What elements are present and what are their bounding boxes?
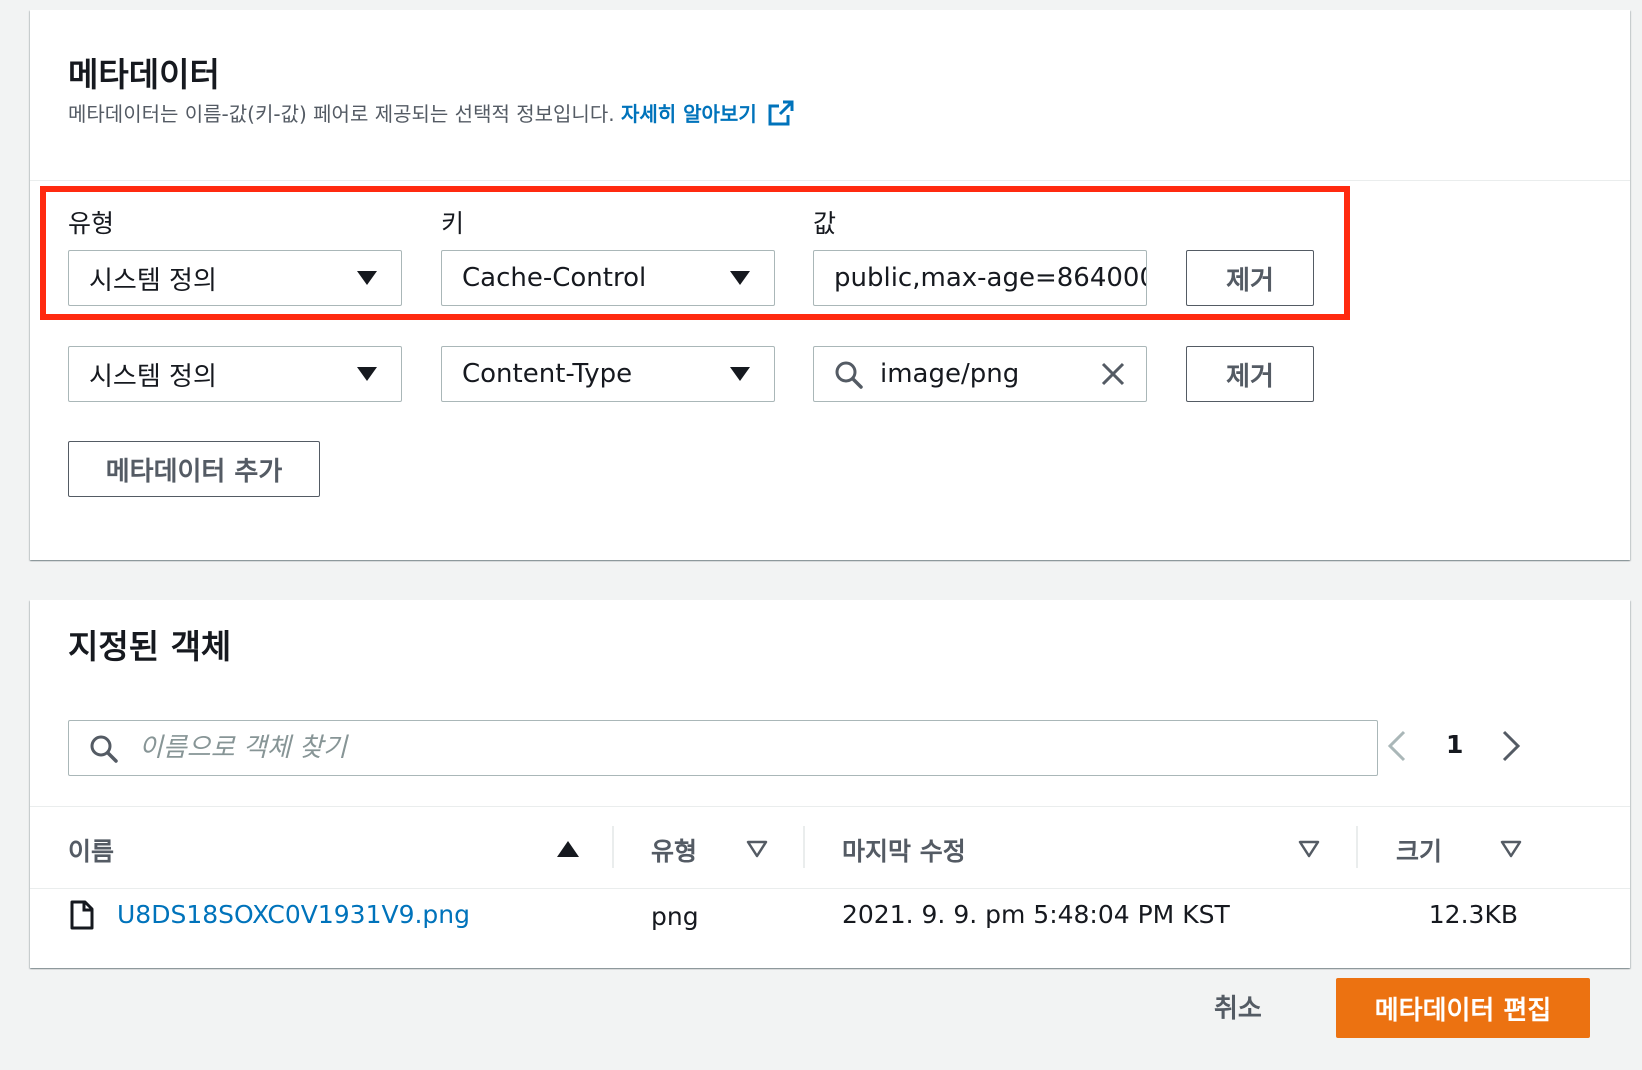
caret-down-icon bbox=[357, 367, 377, 381]
learn-more-link[interactable]: 자세히 알아보기 bbox=[620, 100, 795, 126]
search-icon bbox=[89, 734, 119, 771]
add-metadata-button[interactable]: 메타데이터 추가 bbox=[68, 441, 320, 497]
object-search[interactable] bbox=[68, 720, 1378, 776]
table-top-divider bbox=[30, 806, 1630, 807]
cancel-button[interactable]: 취소 bbox=[1214, 988, 1262, 1025]
value-input-text: public,max-age=864000 bbox=[834, 263, 1147, 293]
caret-down-icon bbox=[357, 271, 377, 285]
type-column-label: 유형 bbox=[68, 209, 115, 238]
caret-down-icon bbox=[730, 271, 750, 285]
file-icon bbox=[70, 900, 94, 934]
sort-icon[interactable] bbox=[1500, 840, 1522, 862]
key-column-label: 키 bbox=[441, 209, 465, 238]
type-select-value: 시스템 정의 bbox=[89, 265, 217, 296]
sort-icon[interactable] bbox=[1298, 840, 1320, 862]
type-select-row-1[interactable]: 시스템 정의 bbox=[68, 250, 402, 306]
value-input-text: image/png bbox=[880, 359, 1020, 389]
column-header-size[interactable]: 크기 bbox=[1396, 832, 1442, 868]
metadata-description-text: 메타데이터는 이름-값(키-값) 페어로 제공되는 선택적 정보입니다. bbox=[68, 102, 615, 126]
object-type: png bbox=[651, 902, 699, 931]
remove-button-row-2[interactable]: 제거 bbox=[1186, 346, 1314, 402]
column-header-modified[interactable]: 마지막 수정 bbox=[842, 832, 966, 868]
edit-metadata-button[interactable]: 메타데이터 편집 bbox=[1336, 978, 1590, 1038]
table-header-divider bbox=[30, 888, 1630, 889]
objects-title: 지정된 객체 bbox=[68, 627, 232, 666]
sort-ascending-icon[interactable] bbox=[556, 840, 580, 862]
key-select-row-1[interactable]: Cache-Control bbox=[441, 250, 775, 306]
column-header-type[interactable]: 유형 bbox=[651, 832, 697, 868]
column-header-name[interactable]: 이름 bbox=[68, 832, 114, 868]
metadata-divider bbox=[30, 180, 1630, 181]
remove-button-row-1[interactable]: 제거 bbox=[1186, 250, 1314, 306]
column-separator bbox=[612, 826, 614, 868]
value-input-row-1[interactable]: public,max-age=864000 bbox=[813, 250, 1147, 306]
next-page-icon[interactable] bbox=[1500, 728, 1522, 768]
object-modified: 2021. 9. 9. pm 5:48:04 PM KST bbox=[842, 900, 1230, 929]
value-autosuggest-row-2[interactable]: image/png bbox=[813, 346, 1147, 402]
caret-down-icon bbox=[730, 367, 750, 381]
object-size: 12.3KB bbox=[1428, 900, 1518, 929]
metadata-description: 메타데이터는 이름-값(키-값) 페어로 제공되는 선택적 정보입니다. 자세히… bbox=[68, 98, 795, 132]
key-select-value: Cache-Control bbox=[462, 263, 647, 293]
key-select-row-2[interactable]: Content-Type bbox=[441, 346, 775, 402]
metadata-title: 메타데이터 bbox=[68, 55, 220, 94]
key-select-value: Content-Type bbox=[462, 359, 633, 389]
previous-page-icon[interactable] bbox=[1386, 728, 1408, 768]
current-page[interactable]: 1 bbox=[1446, 730, 1463, 759]
clear-icon[interactable] bbox=[1100, 361, 1126, 394]
value-column-label: 값 bbox=[813, 209, 837, 238]
object-name-link[interactable]: U8DS18SOXC0V1931V9.png bbox=[117, 900, 470, 929]
column-separator bbox=[803, 826, 805, 868]
type-select-row-2[interactable]: 시스템 정의 bbox=[68, 346, 402, 402]
column-separator bbox=[1356, 826, 1358, 868]
external-link-icon bbox=[767, 99, 795, 132]
type-select-value: 시스템 정의 bbox=[89, 361, 217, 392]
search-icon bbox=[834, 360, 864, 397]
sort-icon[interactable] bbox=[746, 840, 768, 862]
learn-more-label: 자세히 알아보기 bbox=[620, 102, 757, 126]
object-search-input[interactable] bbox=[137, 732, 1377, 764]
